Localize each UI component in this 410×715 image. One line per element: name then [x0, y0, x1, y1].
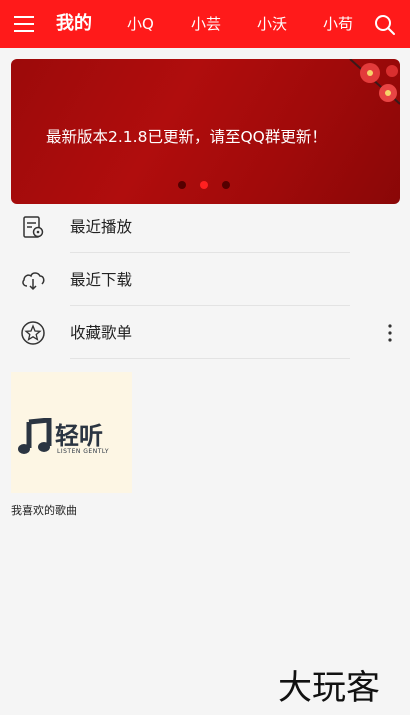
- tab-xiao-wo[interactable]: 小沃: [257, 0, 287, 48]
- star-icon: [21, 321, 45, 345]
- playlist-cover[interactable]: 轻听 LISTEN GENTLY: [11, 372, 132, 493]
- tab-xiao-yun[interactable]: 小芸: [191, 0, 221, 48]
- search-icon[interactable]: [374, 14, 396, 36]
- menu-item-favorite-playlists[interactable]: 收藏歌单: [0, 307, 410, 359]
- pager-dot[interactable]: [222, 181, 230, 189]
- tab-xiao-gou[interactable]: 小苟: [323, 0, 353, 48]
- menu-item-label: 最近下载: [70, 271, 133, 289]
- cover-title: 轻听: [55, 422, 103, 450]
- menu-item-recent-download[interactable]: 最近下载: [0, 254, 410, 306]
- tab-mine[interactable]: 我的: [56, 0, 92, 48]
- cloud-download-icon: [22, 272, 45, 291]
- menu-item-label: 收藏歌单: [70, 324, 133, 342]
- divider: [70, 252, 350, 253]
- top-bar: 我的 小Q 小芸 小沃 小苟: [0, 0, 410, 48]
- music-note-icon: [18, 418, 52, 454]
- playlist-name[interactable]: 我喜欢的歌曲: [11, 502, 77, 518]
- menu-item-recent-play[interactable]: 最近播放: [0, 201, 410, 253]
- plum-blossom-icon: [349, 59, 400, 105]
- recent-play-icon: [23, 216, 44, 238]
- more-options-icon[interactable]: [382, 320, 398, 346]
- watermark-logo: 大玩客: [278, 668, 380, 708]
- menu-button[interactable]: [14, 14, 36, 34]
- divider: [70, 305, 350, 306]
- pager-dot[interactable]: [178, 181, 186, 189]
- menu-item-label: 最近播放: [70, 218, 133, 236]
- announcement-banner[interactable]: 最新版本2.1.8已更新，请至QQ群更新！: [11, 59, 400, 204]
- tab-xiao-q[interactable]: 小Q: [127, 0, 154, 48]
- pager-dot-active[interactable]: [200, 181, 208, 189]
- cover-subtitle: LISTEN GENTLY: [57, 448, 110, 455]
- banner-text: 最新版本2.1.8已更新，请至QQ群更新！: [46, 128, 327, 146]
- divider: [70, 358, 350, 359]
